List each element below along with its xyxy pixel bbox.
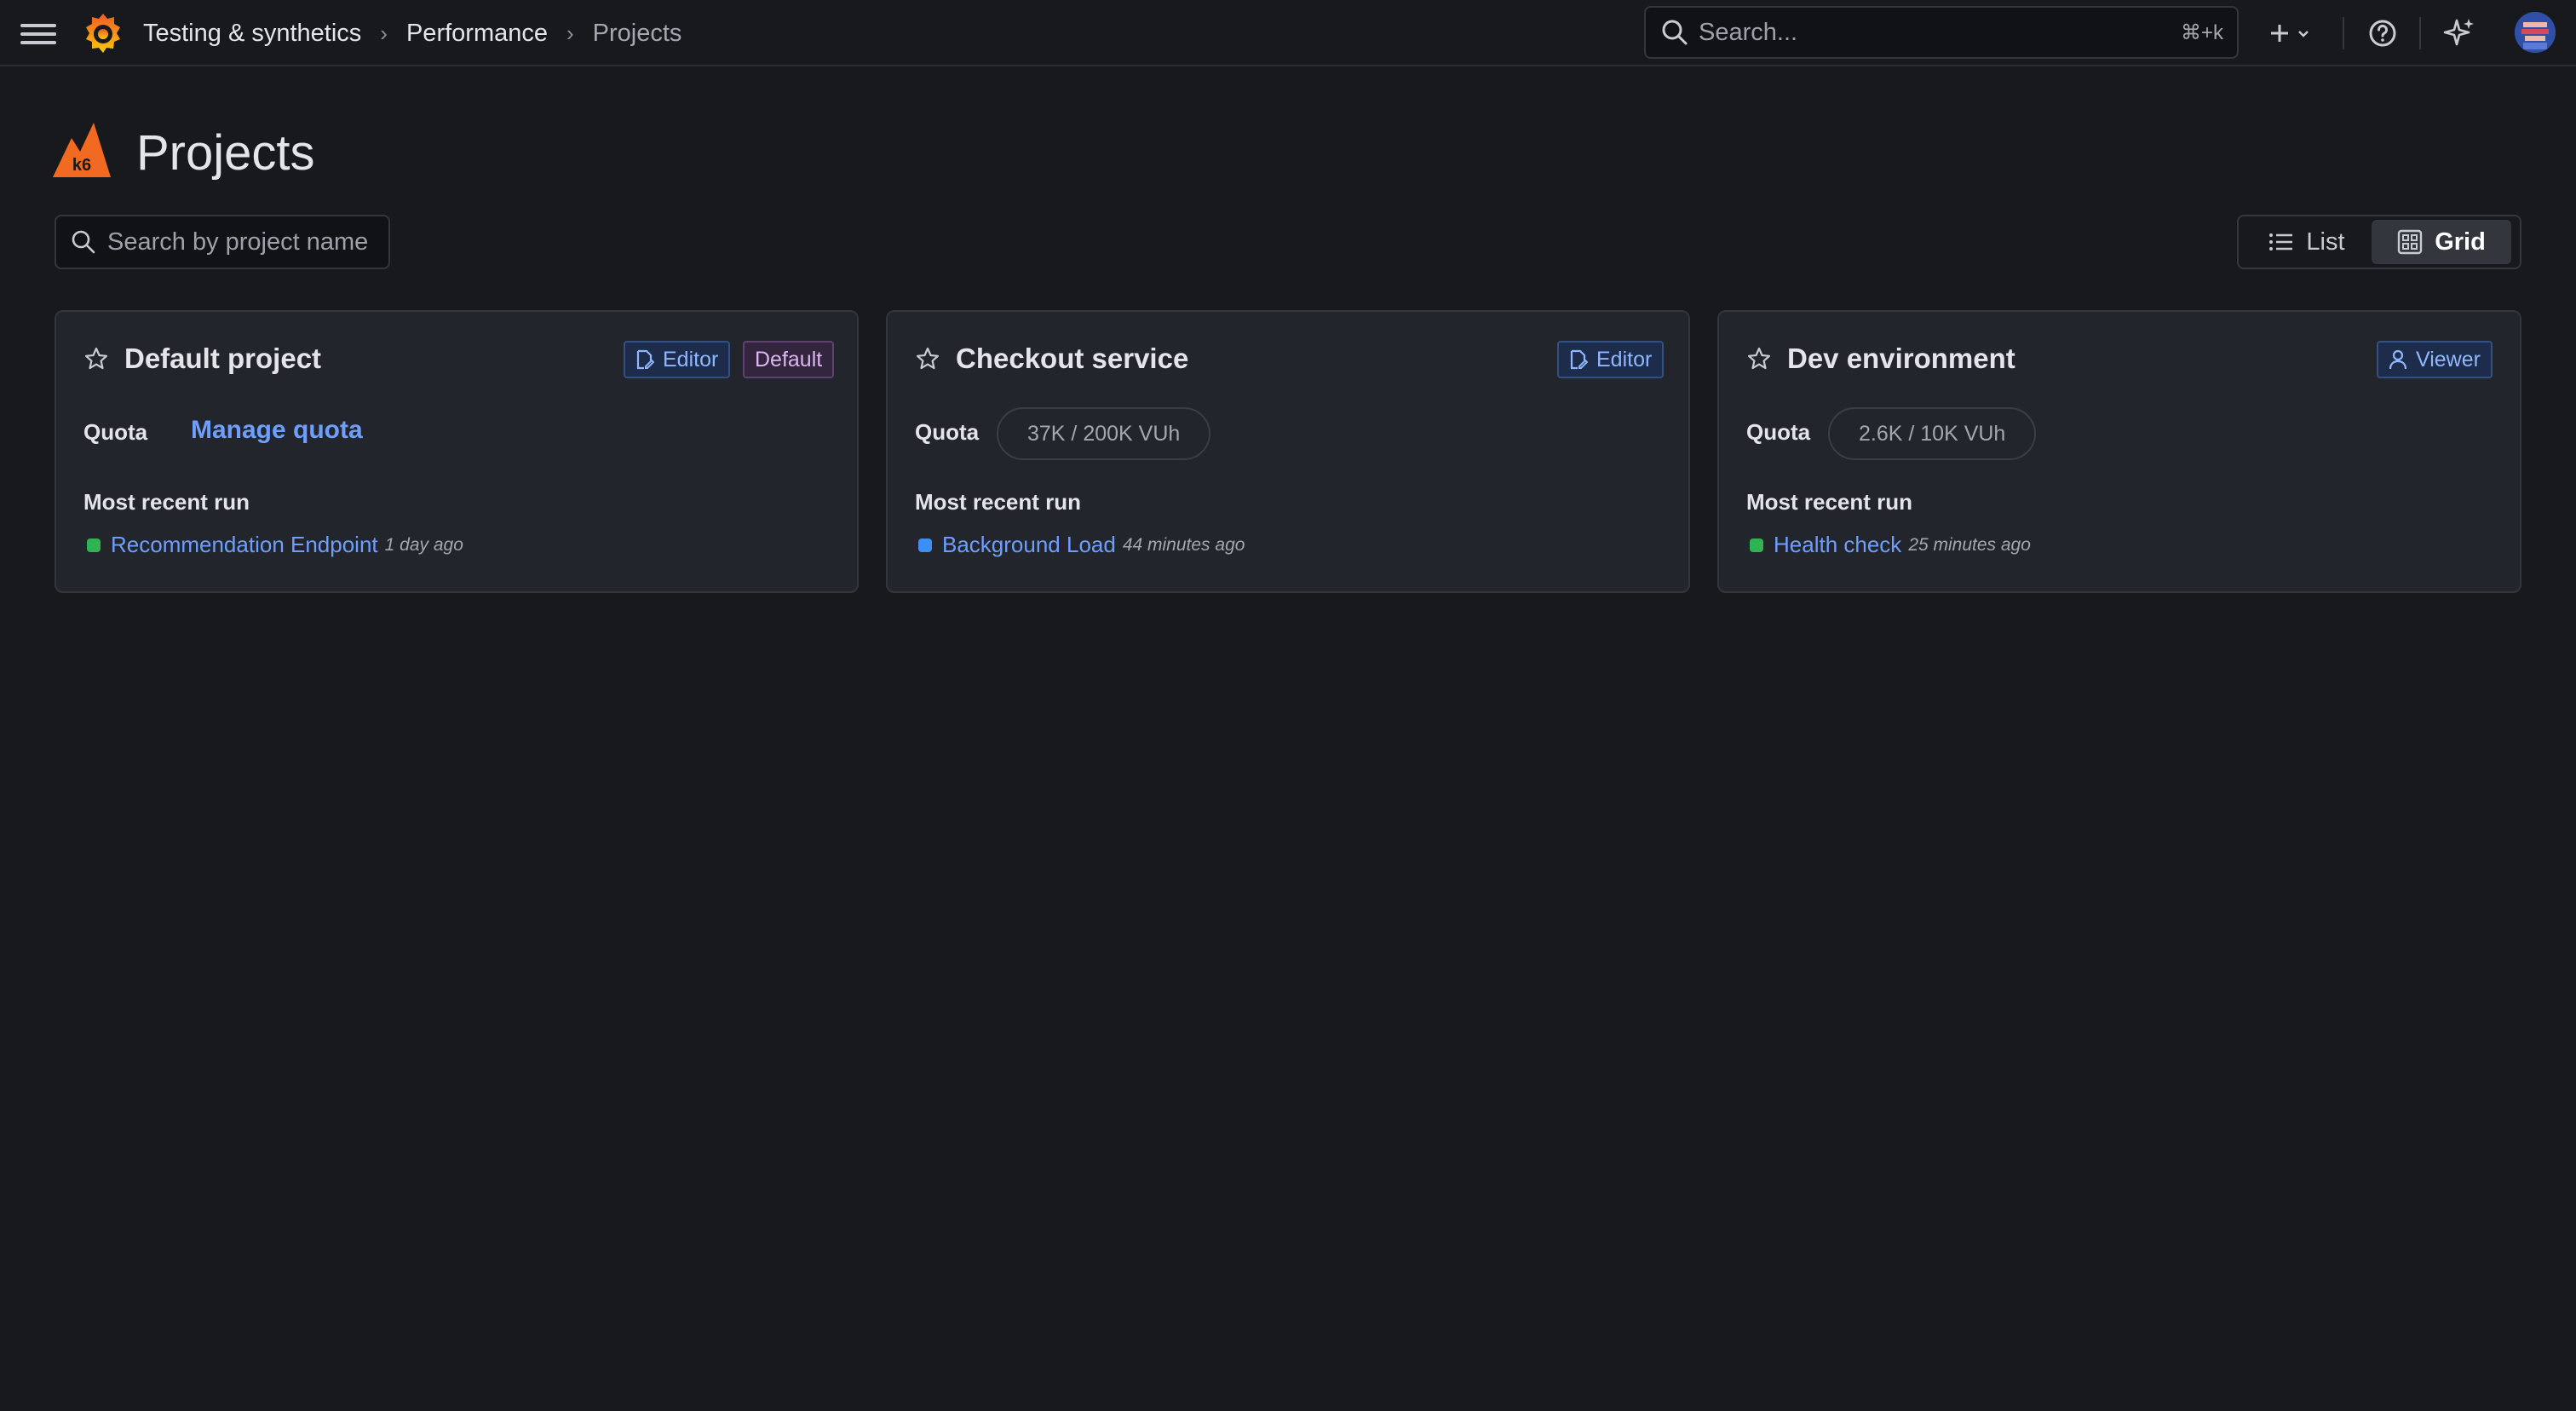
most-recent-run-label: Most recent run [83,489,250,515]
quota-usage-value: 2.6K / 10K VUh [1859,421,2006,446]
star-icon[interactable] [83,346,109,371]
global-search-input[interactable] [1697,17,2181,48]
star-icon[interactable] [915,346,940,371]
view-list-label: List [2306,227,2345,256]
breadcrumb: Testing & synthetics › Performance › Pro… [143,0,681,66]
sparkle-icon [2443,19,2474,46]
run-status-dot [918,538,932,552]
project-card-checkout[interactable]: Checkout service Editor Quota 37K / 200K… [886,310,1690,593]
run-time: 44 minutes ago [1122,534,1245,555]
project-card-default[interactable]: Default project Editor Default Quota Man… [55,310,859,593]
list-icon [2269,233,2293,251]
breadcrumb-separator: › [380,20,388,46]
project-name[interactable]: Dev environment [1787,343,2015,375]
global-search[interactable]: ⌘+k [1644,6,2239,59]
star-icon[interactable] [1746,346,1772,371]
breadcrumb-projects: Projects [592,19,682,47]
role-badge-label: Editor [663,347,719,371]
project-search[interactable] [55,215,390,269]
help-button[interactable] [2363,14,2402,53]
breadcrumb-separator: › [566,20,574,46]
project-name[interactable]: Checkout service [956,343,1188,375]
run-status-dot [1750,538,1763,552]
view-list-option[interactable]: List [2242,220,2372,264]
project-name[interactable]: Default project [124,343,321,375]
view-grid-option[interactable]: Grid [2372,220,2511,264]
quota-usage-value: 37K / 200K VUh [1027,421,1181,446]
menu-icon[interactable] [20,19,56,48]
quota-label: Quota [83,419,148,445]
user-icon [2389,349,2407,370]
manage-quota-link[interactable]: Manage quota [191,416,363,445]
run-link[interactable]: Background Load [942,532,1116,558]
project-card-dev[interactable]: Dev environment Viewer Quota 2.6K / 10K … [1717,310,2521,593]
top-bar: Testing & synthetics › Performance › Pro… [0,0,2576,66]
search-shortcut: ⌘+k [2180,20,2223,44]
quota-usage-pill: 37K / 200K VUh [997,407,1211,460]
edit-doc-icon [636,349,654,370]
toolbar-divider [2419,17,2421,49]
edit-doc-icon [1570,349,1588,370]
user-avatar-icon [2515,12,2556,53]
project-search-input[interactable] [106,227,388,257]
default-badge-label: Default [755,347,823,371]
view-toggle: List Grid [2237,215,2521,269]
assistant-button[interactable] [2440,14,2479,53]
grid-icon [2397,229,2423,255]
add-new-button[interactable] [2263,14,2317,53]
run-link[interactable]: Health check [1774,532,1901,558]
search-icon [1662,20,1688,45]
view-grid-label: Grid [2435,227,2486,256]
k6-logo: k6 [53,123,111,177]
run-status-dot [87,538,101,552]
page-title: Projects [136,125,315,181]
role-badge: Editor [1557,341,1665,378]
run-link[interactable]: Recommendation Endpoint [111,532,378,558]
toolbar-divider [2343,17,2344,49]
recent-run: Health check 25 minutes ago [1750,532,2031,558]
most-recent-run-label: Most recent run [915,489,1082,515]
svg-text:k6: k6 [72,156,91,175]
role-badge: Editor [624,341,731,378]
quota-usage-pill: 2.6K / 10K VUh [1828,407,2037,460]
run-time: 1 day ago [384,534,463,555]
role-badge-label: Viewer [2416,347,2481,371]
most-recent-run-label: Most recent run [1746,489,1913,515]
avatar[interactable] [2515,12,2556,53]
breadcrumb-testing-synthetics[interactable]: Testing & synthetics [143,20,361,48]
breadcrumb-performance[interactable]: Performance [406,20,548,48]
run-time: 25 minutes ago [1908,534,2031,555]
default-badge: Default [743,341,835,378]
recent-run: Background Load 44 minutes ago [918,532,1245,558]
recent-run: Recommendation Endpoint 1 day ago [87,532,463,558]
chevron-down-icon [2298,31,2309,37]
grafana-logo[interactable] [82,10,124,56]
help-icon [2369,20,2396,47]
quota-label: Quota [1746,419,1811,445]
role-badge-label: Editor [1596,347,1653,371]
plus-icon [2271,25,2288,42]
quota-label: Quota [915,419,980,445]
role-badge: Viewer [2377,341,2493,378]
search-icon [72,230,95,254]
